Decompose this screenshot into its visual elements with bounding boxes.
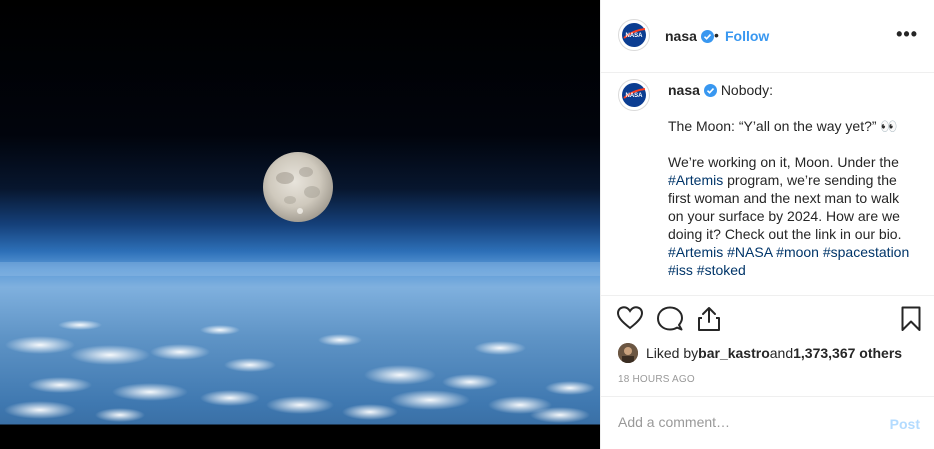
liker-avatar[interactable] [618,343,638,363]
post-timestamp[interactable]: 18 HOURS AGO [618,374,695,385]
likes-mid: and [769,345,794,361]
post-comment-button[interactable]: Post [890,416,920,432]
caption-avatar[interactable]: NASA [618,79,650,111]
heart-icon[interactable] [617,306,643,330]
likes-prefix: Liked by [646,345,699,361]
action-bar [601,296,934,346]
hashtag-link[interactable]: #iss [668,262,693,278]
likes-summary: Liked by bar_kastro and 1,373,367 others [618,341,902,365]
comment-icon[interactable] [657,306,683,332]
caption-text-a: We’re working on it, Moon. Under the [668,154,899,170]
comment-box: Post [601,396,934,449]
avatar [618,343,638,363]
post-side-panel: NASA nasa • Follow ••• NASA nasa Nobody:… [600,0,934,449]
caption-area: NASA nasa Nobody: The Moon: “Y’all on th… [601,0,934,296]
hashtag-link[interactable]: #NASA [727,244,772,260]
hashtag-link[interactable]: #Artemis [668,172,723,188]
hashtag-link[interactable]: #spacestation [823,244,909,260]
post-caption: nasa Nobody: The Moon: “Y’all on the way… [668,81,918,279]
share-icon[interactable] [697,306,721,332]
svg-text:NASA: NASA [625,93,643,99]
caption-username[interactable]: nasa [668,82,700,98]
moon-over-earth-image [0,0,600,449]
likes-count[interactable]: 1,373,367 others [793,345,902,361]
nasa-logo-icon: NASA [622,83,646,107]
instagram-post: NASA nasa • Follow ••• NASA nasa Nobody:… [0,0,934,449]
comment-input[interactable] [618,414,858,430]
hashtag-link[interactable]: #stoked [697,262,746,278]
liker-username[interactable]: bar_kastro [698,345,770,361]
hashtag-link[interactable]: #moon [776,244,819,260]
verified-icon [703,84,717,97]
hashtag-link[interactable]: #Artemis [668,244,723,260]
caption-line-2: The Moon: “Y’all on the way yet?” 👀 [668,118,898,134]
caption-line-1: Nobody: [720,82,773,98]
bookmark-icon[interactable] [901,306,921,332]
post-photo[interactable] [0,0,600,449]
